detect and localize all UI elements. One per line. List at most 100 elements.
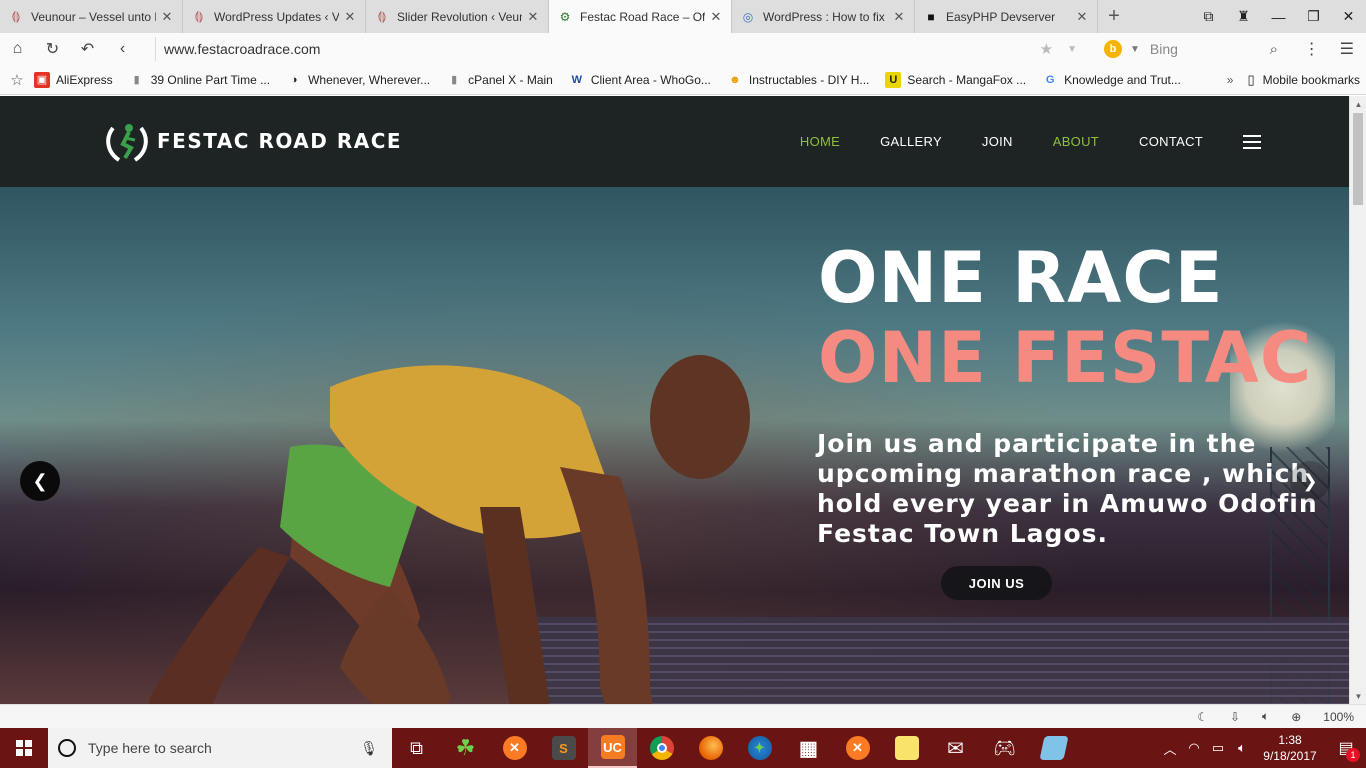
nav-gallery[interactable]: GALLERY [880,134,942,149]
site-favicon-icon: ⟬⟭ [11,9,21,23]
uc-browser-icon[interactable]: UC [588,728,637,768]
address-bar[interactable]: www.festacroadrace.com ★ ▼ [155,37,1087,61]
volume-icon[interactable]: 🔈︎ [1262,709,1269,724]
bookmarks-star-icon[interactable]: ☆ [0,71,34,89]
sublime-text-icon[interactable]: S [539,728,588,768]
download-icon[interactable]: ⇩ [1230,710,1240,724]
maximize-button[interactable]: ❐ [1296,0,1331,33]
hero-subtext: Join us and participate in the upcoming … [817,429,1318,548]
vertical-scrollbar[interactable]: ▲ ▼ [1349,96,1366,704]
scroll-up-icon[interactable]: ▲ [1350,96,1366,112]
scroll-down-icon[interactable]: ▼ [1350,688,1366,704]
search-engine-label[interactable]: Bing [1150,41,1270,57]
new-tab-button[interactable]: + [1098,0,1130,33]
xampp-control-icon[interactable]: ✕ [833,728,882,768]
scrollbar-thumb[interactable] [1353,113,1363,205]
tab-festac-road-race[interactable]: ⚙ Festac Road Race – Offi ✕ [549,0,732,33]
close-window-button[interactable]: ✕ [1331,0,1366,33]
menu-icon[interactable]: ☰ [1340,39,1354,59]
speaker-icon[interactable]: 🔈︎ [1230,740,1254,756]
slider-next-button[interactable]: ❯ [1290,461,1330,501]
chevron-down-icon[interactable]: ▼ [1130,44,1140,55]
bookmark-mangafox[interactable]: U Search - MangaFox ... [885,71,1026,88]
night-mode-icon[interactable]: ☾ [1197,710,1208,724]
chrome-icon[interactable] [637,728,686,768]
bookmark-label: Knowledge and Trut... [1064,72,1181,87]
close-tab-icon[interactable]: ✕ [160,9,174,25]
bookmark-label: 39 Online Part Time ... [150,72,271,87]
url-dropdown-icon[interactable]: ▼ [1067,44,1077,55]
browser-status-bar: ☾ ⇩ 🔈︎ ⊕ 100% [0,704,1366,728]
close-tab-icon[interactable]: ✕ [892,9,906,25]
google-icon: G [1045,73,1055,86]
close-tab-icon[interactable]: ✕ [1075,9,1089,25]
more-bookmarks-button[interactable]: » [1227,73,1234,87]
firefox-icon[interactable] [686,728,735,768]
game-controller-icon[interactable]: 🎮︎ [980,728,1029,768]
reload-button[interactable]: ↻ [35,33,70,65]
wifi-icon[interactable]: ◠ [1182,740,1206,756]
tab-easyphp[interactable]: ■ EasyPHP Devserver ✕ [915,0,1098,33]
slider-prev-button[interactable]: ❮ [20,461,60,501]
chevron-up-icon[interactable]: ︿ [1158,739,1182,758]
bookmark-aliexpress[interactable]: ▣ AliExpress [34,71,113,88]
mangafox-icon: U [885,71,902,88]
taskbar-search[interactable]: Type here to search 🎙︎ [48,728,392,768]
zoom-level[interactable]: 100% [1323,710,1354,724]
taskbar-search-placeholder[interactable]: Type here to search [88,740,360,756]
zoom-icon[interactable]: ⊕ [1291,710,1301,724]
start-button[interactable] [0,728,48,768]
tab-wordpress-updates[interactable]: ⟬⟭ WordPress Updates ‹ Ve ✕ [183,0,366,33]
notification-badge: 1 [1346,748,1360,762]
tab-slider-revolution[interactable]: ⟬⟭ Slider Revolution ‹ Veun ✕ [366,0,549,33]
clover-app-icon[interactable]: ☘ [441,728,490,768]
bookmark-client-area[interactable]: W Client Area - WhoGo... [569,72,711,88]
clock[interactable]: 1:38 9/18/2017 [1254,732,1326,764]
globe-app-icon[interactable]: ✦ [735,728,784,768]
join-us-button[interactable]: JOIN US [941,566,1052,600]
bookmark-online-part-time[interactable]: ▮ 39 Online Part Time ... [129,72,270,88]
more-options-icon[interactable]: ⋮ [1304,39,1320,59]
bookmark-knowledge[interactable]: G Knowledge and Trut... [1042,72,1181,88]
close-tab-icon[interactable]: ✕ [343,9,357,25]
site-logo[interactable]: FESTAC ROAD RACE [103,118,402,164]
home-button[interactable]: ⌂ [0,33,35,65]
bookmark-instructables[interactable]: ☻ Instructables - DIY H... [727,72,869,88]
bookmark-cpanel[interactable]: ▮ cPanel X - Main [446,72,553,88]
festac-favicon-icon: ⚙ [559,9,571,24]
site-header: FESTAC ROAD RACE HOME GALLERY JOIN ABOUT… [0,96,1349,187]
whogohost-icon: W [571,73,583,86]
back-button[interactable]: ‹ [105,33,140,65]
system-tray: ︿ ◠ ▭ 🔈︎ 1:38 9/18/2017 ▤ 1 [1158,728,1366,768]
windows-logo-icon [16,740,32,756]
nav-home[interactable]: HOME [800,134,840,149]
notepad-icon[interactable] [1029,728,1078,768]
tab-veunour[interactable]: ⟬⟭ Veunour – Vessel unto H ✕ [0,0,183,33]
url-text[interactable]: www.festacroadrace.com [164,41,1040,57]
bookmark-whenever[interactable]: ◑ Whenever, Wherever... [286,72,430,88]
undo-close-button[interactable]: ↶ [70,33,105,65]
close-tab-icon[interactable]: ✕ [709,9,723,25]
bookmark-star-icon[interactable]: ★ [1040,40,1053,58]
search-icon[interactable]: ⌕ [1270,41,1278,58]
xampp-icon[interactable]: ✕ [490,728,539,768]
task-view-icon[interactable]: ⧉ [392,728,441,768]
calculator-icon[interactable]: ▦ [784,728,833,768]
mail-icon[interactable]: ✉ [931,728,980,768]
battery-icon[interactable]: ▭ [1206,740,1230,756]
microphone-icon[interactable]: 🎙︎ [360,740,378,757]
action-center-button[interactable]: ▤ 1 [1326,728,1366,768]
extension-icon[interactable]: ♜ [1226,0,1261,33]
tab-list-icon[interactable]: ⧉ [1191,0,1226,33]
hamburger-menu-icon[interactable] [1243,134,1261,149]
search-box[interactable]: b ▼ Bing ⌕ [1098,37,1278,61]
aliexpress-icon: ▣ [34,71,50,88]
tab-wordpress-fix[interactable]: ◎ WordPress : How to fix ' ✕ [732,0,915,33]
close-tab-icon[interactable]: ✕ [526,9,540,25]
nav-contact[interactable]: CONTACT [1139,134,1203,149]
nav-about[interactable]: ABOUT [1053,134,1099,149]
mobile-bookmarks-link[interactable]: Mobile bookmarks [1263,73,1360,87]
sticky-notes-icon[interactable] [882,728,931,768]
nav-join[interactable]: JOIN [982,134,1013,149]
minimize-button[interactable]: — [1261,0,1296,33]
